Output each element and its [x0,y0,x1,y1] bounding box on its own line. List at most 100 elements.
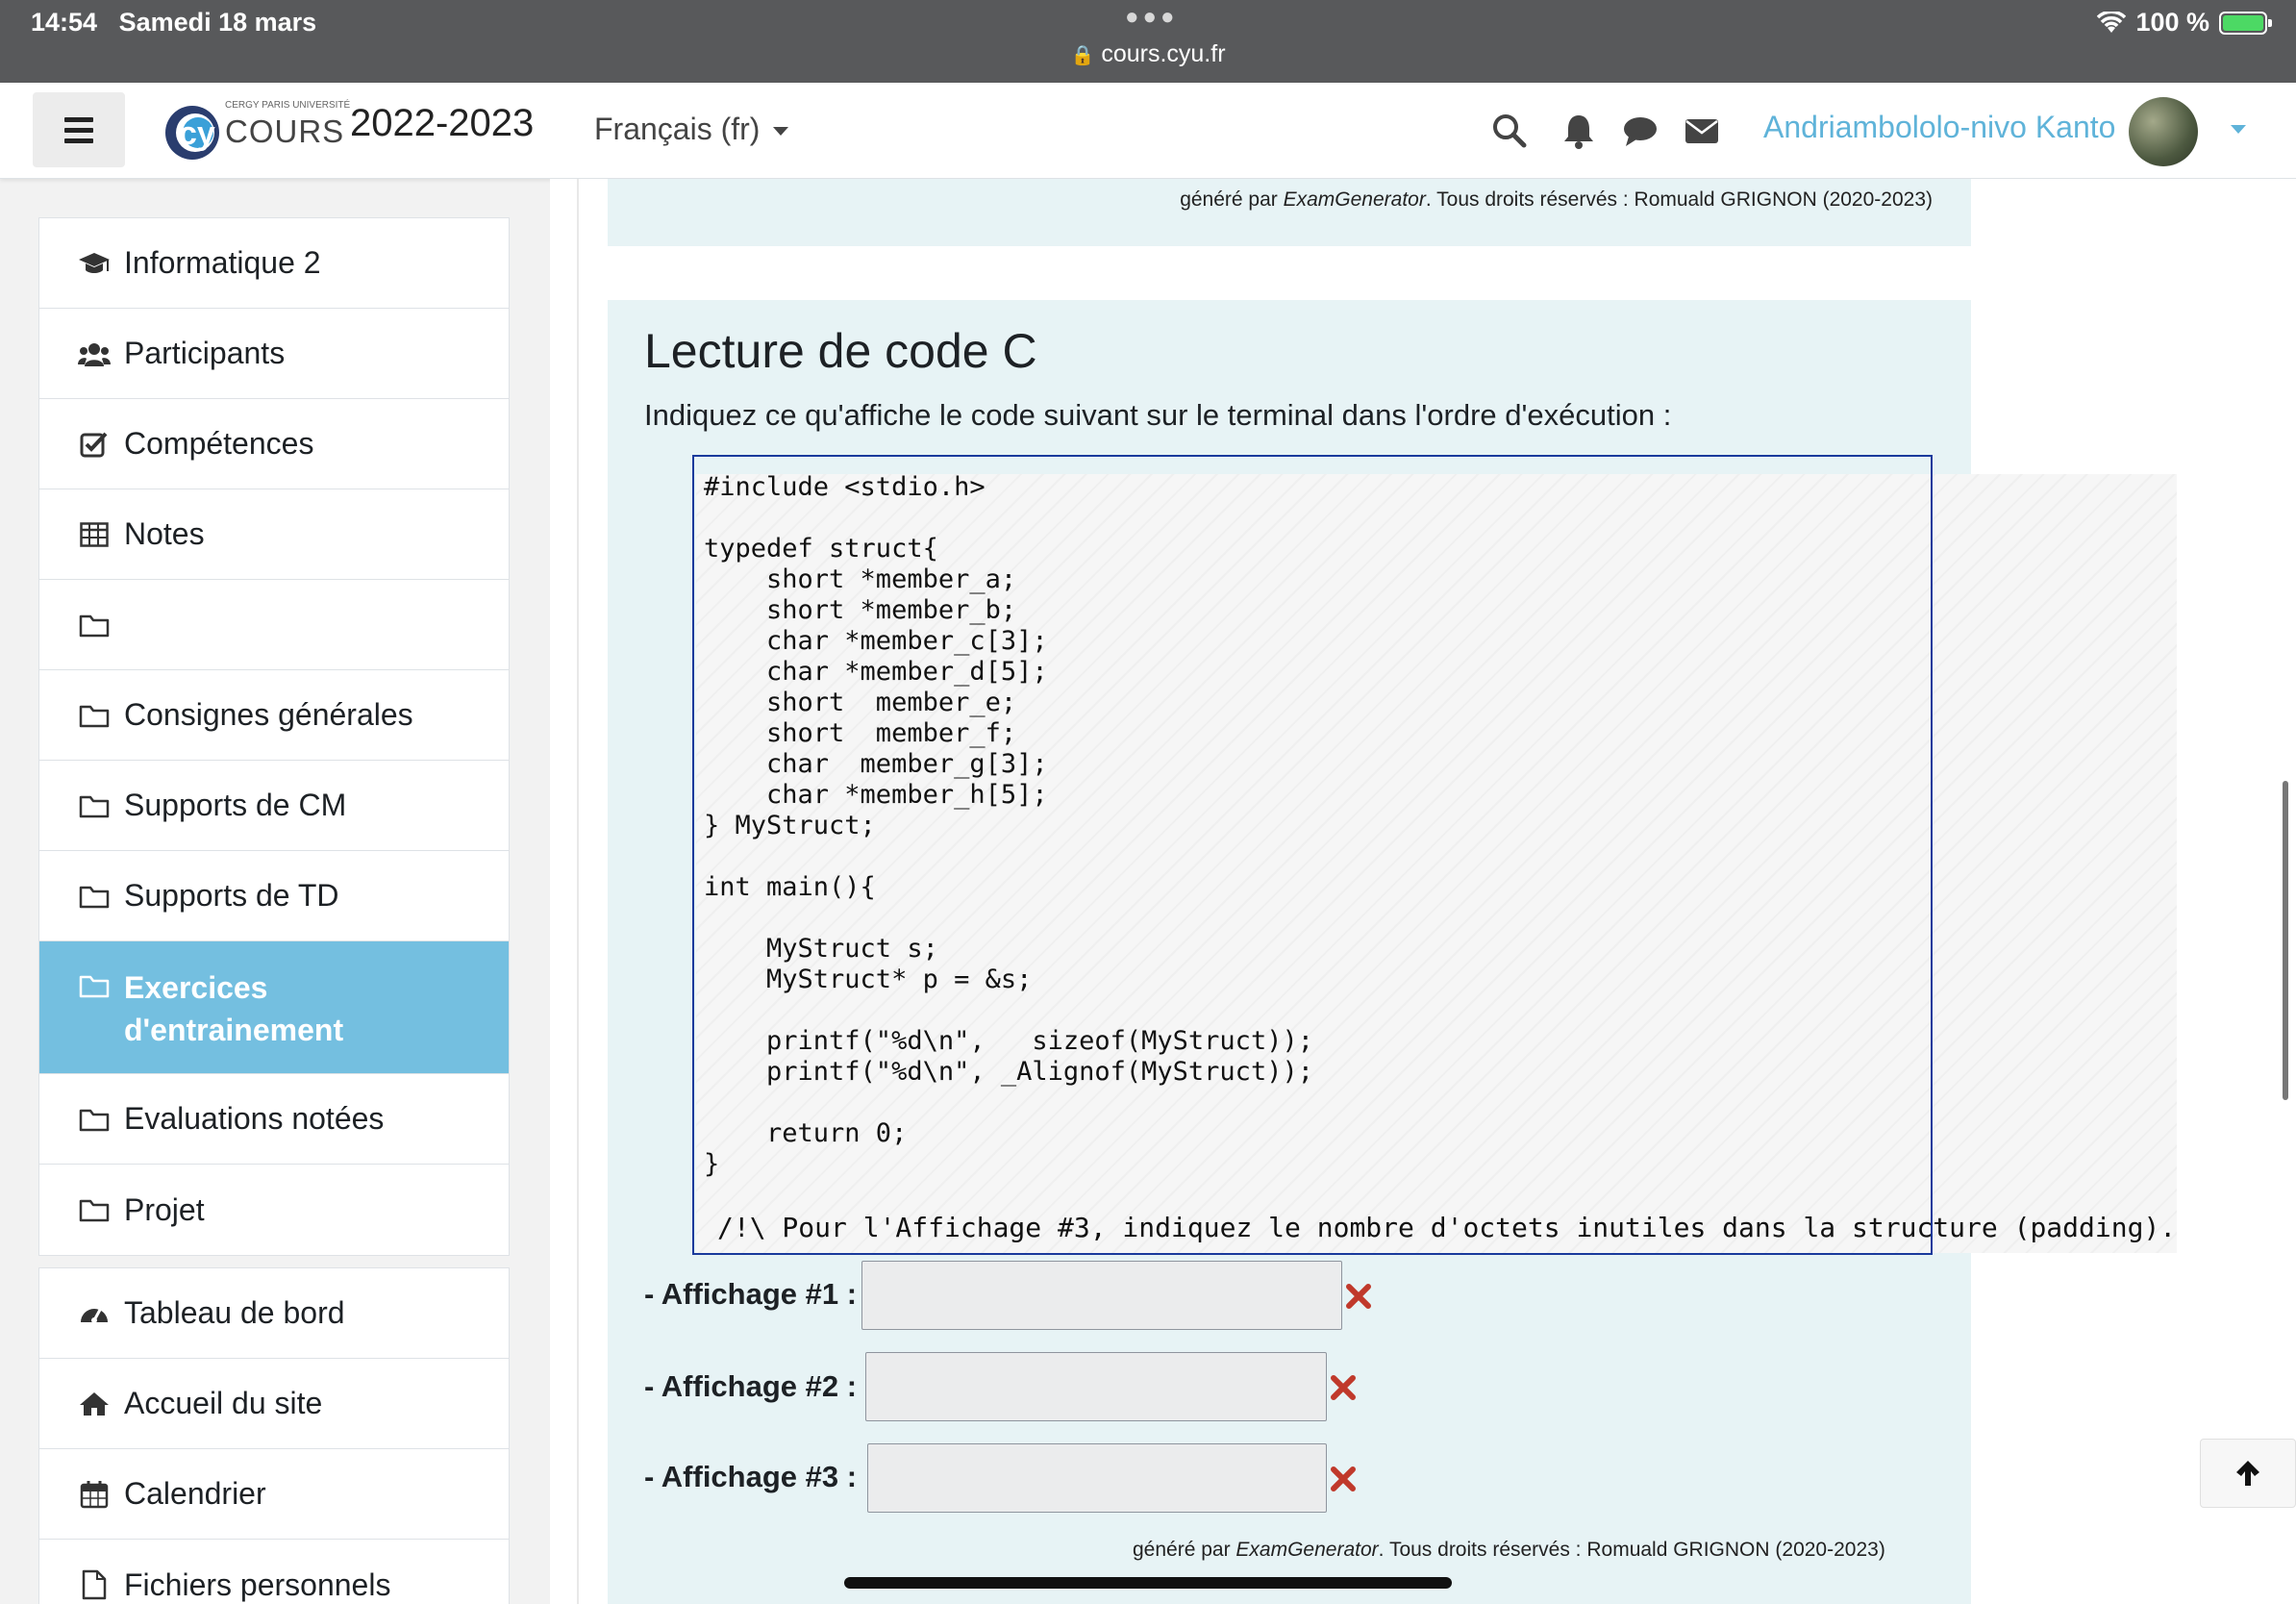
file-icon [78,1569,111,1600]
incorrect-icon [1331,1466,1356,1491]
course-nav-group: Informatique 2 Participants Compétences … [38,217,510,1256]
lock-icon: 🔒 [1070,45,1095,66]
padding-note: /!\ Pour l'Affichage #3, indiquez le nom… [717,1212,2177,1243]
search-icon[interactable] [1490,112,1529,150]
dashboard-icon [78,1298,111,1329]
folder-icon [78,970,111,1001]
wifi-icon [2097,11,2127,33]
site-nav-group: Tableau de bord Accueil du site Calendri… [38,1267,510,1604]
sidebar-item-label: Consignes générales [124,697,413,732]
home-icon [78,1389,111,1419]
incorrect-icon [1331,1375,1356,1400]
answer-label-3: - Affichage #3 : [644,1460,858,1493]
ios-status-bar: 14:54 Samedi 18 mars ●●● 🔒 cours.cyu.fr … [0,0,2296,83]
answer-label-2: - Affichage #2 : [644,1369,858,1403]
sidebar-item-label: Compétences [124,426,314,461]
sidebar-item-consignes[interactable]: Consignes générales [39,670,509,761]
language-label: Français (fr) [594,112,761,146]
sidebar-item-label: Evaluations notées [124,1101,385,1136]
sidebar-item-home[interactable]: Accueil du site [39,1359,509,1449]
sidebar-item-supports-cm[interactable]: Supports de CM [39,761,509,851]
back-to-top-button[interactable] [2200,1439,2296,1508]
sidebar-item-unnamed-section[interactable] [39,580,509,670]
logo-university: CERGY PARIS UNIVERSITÉ [225,100,351,111]
sidebar-item-participants[interactable]: Participants [39,309,509,399]
code-block: #include <stdio.h> typedef struct{ short… [704,472,1313,1179]
home-indicator[interactable] [844,1577,1452,1589]
sidebar-item-label: Calendrier [124,1476,266,1511]
checkbox-icon [78,429,111,460]
sidebar-nav: Informatique 2 Participants Compétences … [38,217,510,1604]
generator-footer-2: généré par ExamGenerator. Tous droits ré… [1133,1539,1885,1562]
sidebar-item-label: Fichiers personnels [124,1566,391,1602]
address-bar[interactable]: 🔒 cours.cyu.fr [0,40,2296,68]
footer-prefix: généré par [1180,188,1284,211]
status-time: 14:54 Samedi 18 mars [31,8,317,37]
folder-icon [78,610,111,640]
table-icon [78,519,111,550]
sidebar-item-label: Exercices d'entrainement [124,970,344,1047]
answer-input-2[interactable] [865,1352,1327,1421]
chat-icon[interactable] [1621,112,1660,150]
sidebar-item-evaluations[interactable]: Evaluations notées [39,1074,509,1165]
battery-icon [2219,11,2272,35]
status-date: Samedi 18 mars [118,8,317,37]
language-selector[interactable]: Français (fr) [594,112,789,147]
sidebar-item-projet[interactable]: Projet [39,1165,509,1255]
sidebar-item-files[interactable]: Fichiers personnels [39,1540,509,1604]
sidebar-item-notes[interactable]: Notes [39,489,509,580]
sidebar-item-calendar[interactable]: Calendrier [39,1449,509,1540]
top-navbar: cy CERGY PARIS UNIVERSITÉ COURS 2022-202… [0,83,2296,179]
answer-input-1[interactable] [861,1261,1342,1330]
bell-icon[interactable] [1560,112,1598,150]
graduation-cap-icon [78,248,111,279]
footer-suffix: . Tous droits réservés : Romuald GRIGNON… [1378,1539,1885,1561]
svg-text:cy: cy [179,115,215,152]
calendar-icon [78,1479,111,1510]
previous-question-card: généré par ExamGenerator. Tous droits ré… [608,179,1971,246]
sidebar-item-supports-td[interactable]: Supports de TD [39,851,509,941]
sidebar-item-label: Participants [124,336,286,370]
sidebar-item-label: Accueil du site [124,1386,323,1420]
sidebar-item-informatique-2[interactable]: Informatique 2 [39,218,509,309]
battery-percent: 100 % [2135,8,2209,37]
sidebar-item-label: Projet [124,1191,205,1227]
answer-label-1: - Affichage #1 : [644,1277,858,1311]
cy-logo-icon: cy [165,106,219,160]
chevron-down-icon [773,127,789,137]
url-text: cours.cyu.fr [1101,40,1226,67]
folder-icon [78,700,111,731]
folder-icon [78,1104,111,1135]
generator-footer: généré par ExamGenerator. Tous droits ré… [1180,188,1933,212]
sidebar-item-exercices[interactable]: Exercices d'entrainement [39,941,509,1074]
sidebar-item-label: Notes [124,516,205,551]
divider [577,179,579,1604]
user-name[interactable]: Andriambololo-nivo Kanto [1763,110,2115,145]
scrollbar-thumb[interactable] [2283,781,2288,1100]
footer-suffix: . Tous droits réservés : Romuald GRIGNON… [1425,188,1933,211]
site-year-title[interactable]: 2022-2023 [350,102,534,145]
footer-tool: ExamGenerator [1283,188,1426,211]
answer-input-3[interactable] [867,1443,1327,1513]
sidebar-item-label: Informatique 2 [124,245,321,280]
incorrect-icon [1346,1284,1371,1309]
question-instruction: Indiquez ce qu'affiche le code suivant s… [644,398,1672,432]
user-menu-chevron-icon[interactable] [2231,125,2246,134]
footer-tool: ExamGenerator [1235,1539,1379,1561]
sidebar-item-label: Supports de CM [124,788,347,822]
sidebar-item-competences[interactable]: Compétences [39,399,509,489]
logo-cours: COURS [225,113,345,149]
menu-toggle-button[interactable] [33,92,125,167]
question-title: Lecture de code C [644,324,1037,378]
footer-prefix: généré par [1133,1539,1236,1561]
multitasking-dots-icon[interactable]: ●●● [1125,4,1179,31]
users-icon [78,338,111,369]
site-logo[interactable]: cy CERGY PARIS UNIVERSITÉ COURS [163,96,350,165]
folder-icon [78,790,111,821]
folder-icon [78,881,111,912]
sidebar-item-label: Supports de TD [124,878,339,913]
sidebar-item-label: Tableau de bord [124,1295,345,1330]
sidebar-item-dashboard[interactable]: Tableau de bord [39,1268,509,1359]
envelope-icon[interactable] [1683,112,1721,150]
avatar[interactable] [2129,97,2198,166]
